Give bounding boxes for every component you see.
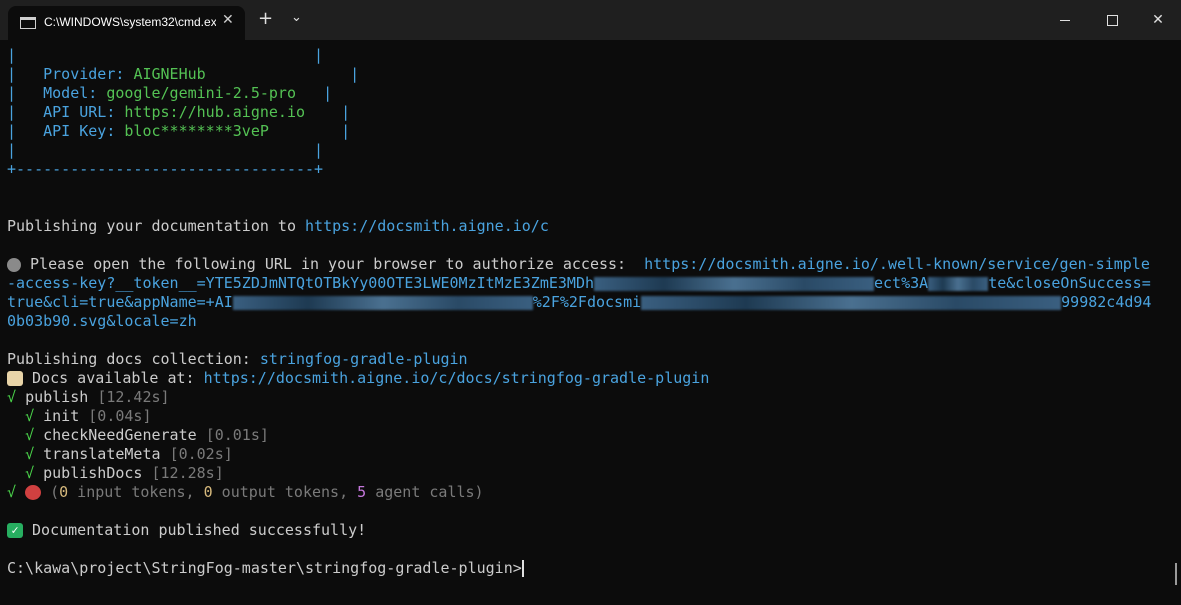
book-icon	[7, 371, 23, 386]
api-key-line: | API Key: bloc********3veP |	[7, 122, 351, 140]
box-border-bottom: +---------------------------------+	[7, 160, 324, 178]
publishing-line: Publishing your documentation to https:/…	[7, 217, 1175, 236]
title-bar: C:\WINDOWS\system32\cmd.exe ✕ + ⌄ ✕	[0, 0, 1181, 40]
redacted-block	[641, 295, 1062, 310]
check-icon: √	[25, 464, 35, 482]
scrollbar[interactable]	[1175, 563, 1177, 585]
check-icon: √	[25, 426, 35, 444]
model-value: google/gemini-2.5-pro	[106, 84, 296, 102]
check-mark-icon: ✓	[7, 523, 23, 538]
provider-label: Provider:	[43, 65, 125, 83]
maximize-icon	[1106, 14, 1118, 26]
task-publish: √ publish [12.42s]	[7, 388, 170, 406]
prompt-line[interactable]: C:\kawa\project\StringFog-master\stringf…	[7, 559, 1175, 578]
close-window-button[interactable]: ✕	[1135, 6, 1181, 34]
authorize-url-line-2: -access-key?__token__=YTE5ZDJmNTQtOTBkYy…	[7, 274, 1151, 292]
publishing-text: Publishing your documentation to	[7, 217, 306, 235]
provider-line: | Provider: AIGNEHub |	[7, 65, 360, 83]
redacted-block	[594, 276, 874, 291]
api-key-value: bloc********3veP	[124, 122, 269, 140]
tab-dropdown-button[interactable]: ⌄	[291, 10, 302, 25]
collection-name: stringfog-gradle-plugin	[259, 350, 468, 368]
redacted-block	[928, 276, 989, 291]
docs-available-line: Docs available at: https://docsmith.aign…	[7, 369, 1175, 388]
tab-cmd[interactable]: C:\WINDOWS\system32\cmd.exe ✕	[8, 6, 245, 40]
terminal-output[interactable]: | | | Provider: AIGNEHub | | Model: goog…	[7, 46, 1175, 578]
task-publish-docs: √ publishDocs [12.28s]	[25, 464, 224, 482]
api-url-label: API URL:	[43, 103, 116, 121]
collection-line: Publishing docs collection: stringfog-gr…	[7, 350, 1175, 369]
model-label: Model:	[43, 84, 98, 102]
tab-close-icon[interactable]: ✕	[222, 12, 234, 28]
collection-text: Publishing docs collection:	[7, 350, 260, 368]
check-icon: √	[7, 483, 17, 501]
api-key-label: API Key:	[43, 122, 116, 140]
model-line: | Model: google/gemini-2.5-pro |	[7, 84, 333, 102]
task-check-need-generate: √ checkNeedGenerate [0.01s]	[25, 426, 269, 444]
authorize-url-line-3: true&cli=true&appName=+AI %2F%2Fdocsmi 999…	[7, 293, 1152, 311]
prompt-path: C:\kawa\project\StringFog-master\stringf…	[7, 559, 522, 577]
authorize-line: Please open the following URL in your br…	[7, 255, 1175, 274]
task-translate-meta: √ translateMeta [0.02s]	[25, 445, 233, 463]
authorize-url-link[interactable]: https://docsmith.aigne.io/.well-known/se…	[644, 255, 1150, 273]
authorize-text: Please open the following URL in your br…	[21, 255, 645, 273]
link-icon	[7, 257, 21, 272]
minimize-button[interactable]	[1042, 6, 1088, 34]
publishing-url-link[interactable]: https://docsmith.aigne.io/c	[305, 217, 549, 235]
task-init: √ init [0.04s]	[25, 407, 152, 425]
robot-icon	[25, 485, 42, 500]
success-line: ✓ Documentation published successfully!	[7, 521, 1175, 540]
api-url-line: | API URL: https://hub.aigne.io |	[7, 103, 351, 121]
provider-value: AIGNEHub	[133, 65, 206, 83]
redacted-block	[232, 295, 533, 310]
box-side-bottom: | |	[7, 141, 324, 159]
check-icon: √	[25, 407, 35, 425]
maximize-button[interactable]	[1089, 6, 1135, 34]
authorize-url-line-4: 0b03b90.svg&locale=zh	[7, 312, 197, 330]
docs-available-text: Docs available at:	[23, 369, 204, 387]
terminal-icon	[20, 17, 36, 29]
api-url-value: https://hub.aigne.io	[124, 103, 306, 121]
text-cursor	[521, 560, 524, 577]
docs-url-link[interactable]: https://docsmith.aigne.io/c/docs/stringf…	[204, 369, 710, 387]
new-tab-button[interactable]: +	[258, 8, 273, 29]
tab-title: C:\WINDOWS\system32\cmd.exe	[44, 15, 216, 29]
check-icon: √	[25, 445, 35, 463]
minimize-icon	[1060, 19, 1070, 21]
success-text: Documentation published successfully!	[23, 521, 367, 539]
check-icon: √	[7, 388, 17, 406]
box-side-top: | |	[7, 46, 324, 64]
summary-line: √ (0 input tokens, 0 output tokens, 5 ag…	[7, 483, 484, 501]
